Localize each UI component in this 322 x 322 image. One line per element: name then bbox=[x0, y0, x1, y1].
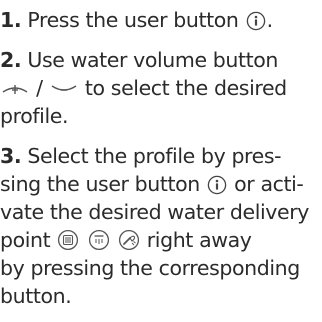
step-1: 1. Press the user button . bbox=[0, 6, 322, 34]
step-text: Use water volume button bbox=[27, 48, 279, 72]
shower-head-icon bbox=[57, 229, 79, 251]
step-3-line-2: sing the user button or acti- bbox=[0, 170, 322, 198]
step-text: sing the user button bbox=[0, 172, 200, 196]
overhead-shower-icon bbox=[88, 229, 110, 251]
step-text: profile. bbox=[0, 104, 69, 128]
step-text: right away bbox=[146, 228, 252, 252]
user-info-icon bbox=[246, 11, 266, 31]
step-number: 3. bbox=[0, 144, 22, 168]
water-volume-increase-icon bbox=[1, 81, 29, 99]
step-3-line-5: by pressing the corresponding bbox=[0, 254, 322, 282]
water-volume-decrease-icon bbox=[50, 81, 78, 99]
user-info-icon bbox=[207, 175, 227, 195]
step-text: to select the desired bbox=[84, 76, 287, 100]
step-3-line-6: button. bbox=[0, 282, 322, 310]
step-text: vate the desired water delivery bbox=[0, 200, 309, 224]
separator: / bbox=[36, 76, 43, 100]
step-text: by pressing the corresponding bbox=[0, 256, 300, 280]
step-2-line-3: profile. bbox=[0, 102, 322, 130]
step-3: 3. Select the profile by pres- sing the … bbox=[0, 142, 322, 310]
instruction-document: 1. Press the user button . 2. Use water … bbox=[0, 6, 322, 322]
step-3-line-3: vate the desired water delivery bbox=[0, 198, 322, 226]
step-text: Press the user button bbox=[27, 8, 239, 32]
step-number: 1. bbox=[0, 8, 22, 32]
step-number: 2. bbox=[0, 48, 22, 72]
step-text: Select the profile by pres- bbox=[27, 144, 282, 168]
step-text: button. bbox=[0, 284, 72, 308]
step-text: point bbox=[0, 228, 51, 252]
step-2: 2. Use water volume button / to select t… bbox=[0, 46, 322, 130]
step-2-line-2: / to select the desired bbox=[0, 74, 322, 102]
step-1-line-1: 1. Press the user button . bbox=[0, 6, 322, 34]
hand-shower-icon bbox=[118, 229, 140, 251]
step-text: or acti- bbox=[234, 172, 304, 196]
step-2-line-1: 2. Use water volume button bbox=[0, 46, 322, 74]
step-3-line-4: point right away bbox=[0, 226, 322, 254]
step-text: . bbox=[266, 8, 274, 32]
step-3-line-1: 3. Select the profile by pres- bbox=[0, 142, 322, 170]
